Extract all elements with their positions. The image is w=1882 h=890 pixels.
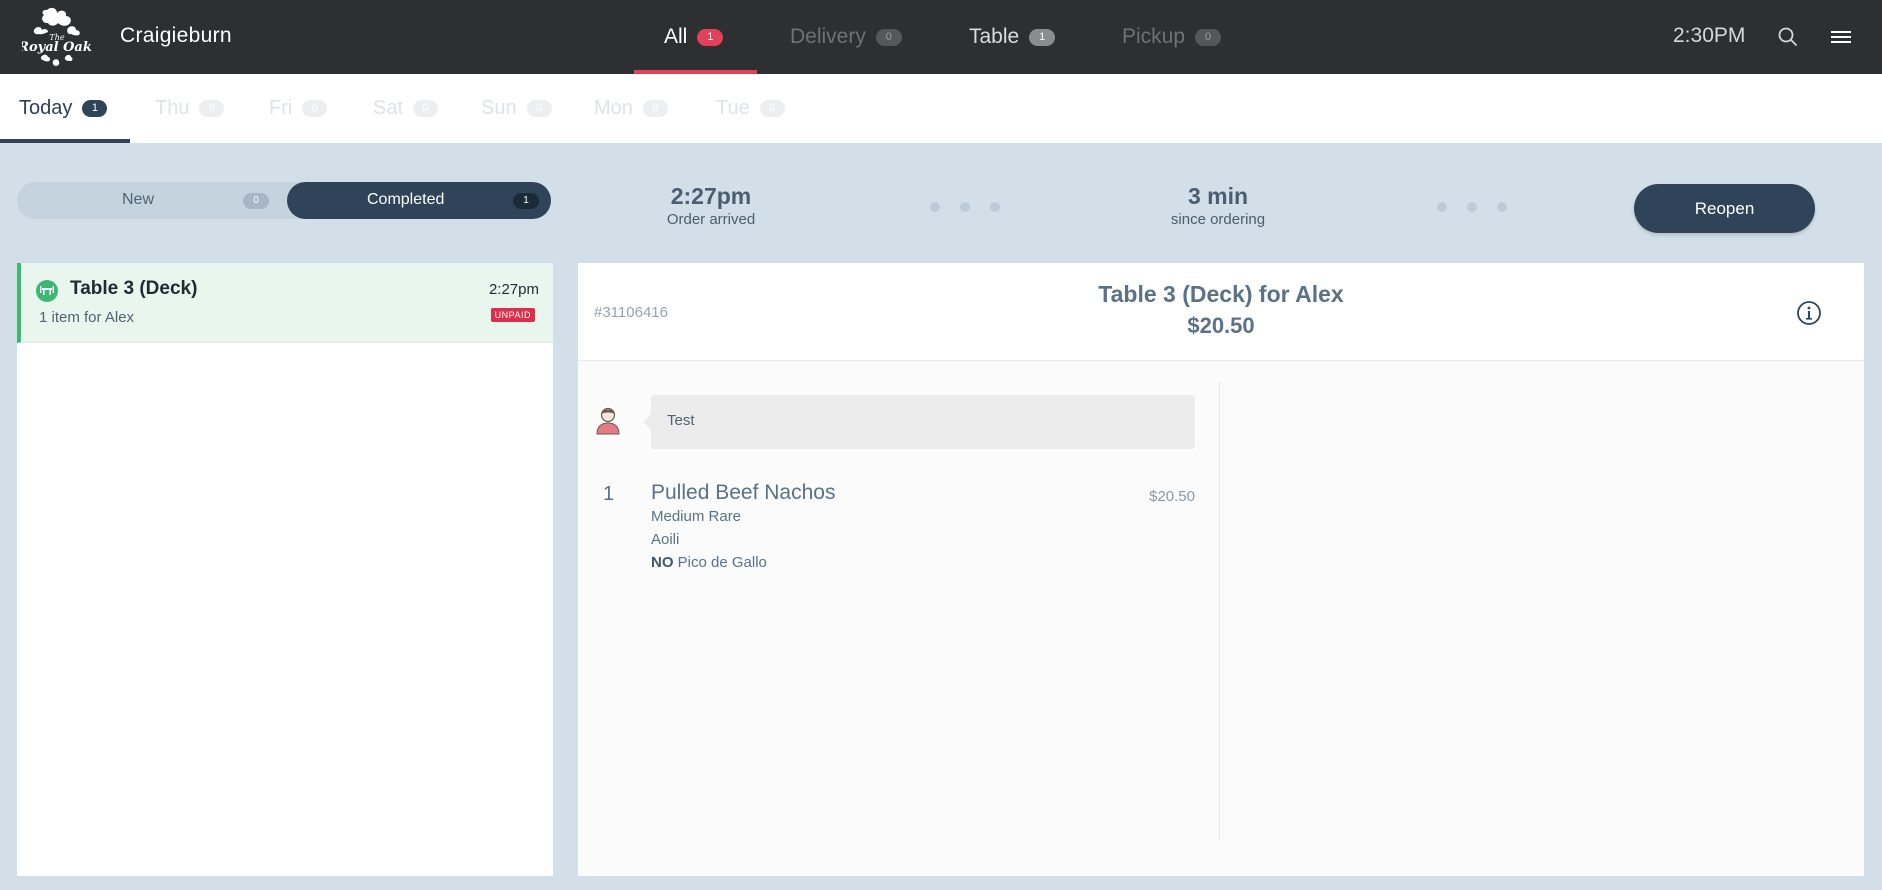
item-modifier: Aoili <box>651 531 679 548</box>
order-detail-title: Table 3 (Deck) for Alex <box>1098 281 1344 307</box>
order-list: Table 3 (Deck) 1 item for Alex 2:27pm UN… <box>17 263 553 876</box>
item-modifier: NO Pico de Gallo <box>651 554 767 571</box>
search-icon[interactable] <box>1777 26 1799 48</box>
day-tab-sat[interactable]: Sat 0 <box>373 74 439 143</box>
day-tab-label: Today <box>19 97 73 119</box>
day-tab-fri[interactable]: Fri 0 <box>269 74 328 143</box>
order-card[interactable]: Table 3 (Deck) 1 item for Alex 2:27pm UN… <box>17 263 553 343</box>
progress-dots <box>1437 202 1507 212</box>
day-tab-label: Thu <box>155 97 190 119</box>
customer-avatar-icon <box>596 405 620 435</box>
royal-oak-logo[interactable]: The Royal Oak <box>17 4 92 70</box>
elapsed-label: since ordering <box>1170 211 1266 228</box>
order-status-toggle: New 0 Completed 1 <box>17 182 551 219</box>
completed-count: 1 <box>513 193 539 209</box>
modifier-text: Pico de Gallo <box>677 554 767 571</box>
new-count: 0 <box>243 193 269 209</box>
day-tab-count: 0 <box>526 100 552 117</box>
order-total: $20.50 <box>1187 313 1255 338</box>
new-orders-toggle[interactable]: New 0 <box>17 182 287 219</box>
info-icon[interactable] <box>1796 300 1822 326</box>
table-service-icon <box>36 280 58 302</box>
modifier-text: Medium Rare <box>651 508 742 525</box>
customer-note: Test <box>643 395 1195 449</box>
day-tab-label: Mon <box>594 97 633 119</box>
modifier-text: Aoili <box>651 531 680 548</box>
progress-dots <box>930 202 1000 212</box>
day-tab-mon[interactable]: Mon 0 <box>594 74 668 143</box>
reopen-button[interactable]: Reopen <box>1634 184 1815 233</box>
tab-delivery-count: 0 <box>875 28 902 46</box>
item-price: $20.50 <box>1149 488 1195 505</box>
order-title: Table 3 (Deck) <box>70 278 198 299</box>
tab-table-count: 1 <box>1029 28 1056 46</box>
tab-delivery[interactable]: Delivery 0 <box>790 0 902 74</box>
tab-table-label: Table <box>969 25 1020 48</box>
day-tab-count: 1 <box>82 100 108 117</box>
tab-table[interactable]: Table 1 <box>969 0 1056 74</box>
day-tab-sun[interactable]: Sun 0 <box>481 74 552 143</box>
day-tab-today[interactable]: Today 1 <box>19 74 108 143</box>
tab-all-label: All <box>664 25 688 48</box>
day-tab-label: Sat <box>373 97 404 119</box>
new-label: New <box>122 191 155 208</box>
day-tab-count: 0 <box>642 100 668 117</box>
tab-pickup-count: 0 <box>1195 28 1222 46</box>
svg-text:Royal Oak: Royal Oak <box>22 40 92 55</box>
tab-all[interactable]: All 1 <box>664 0 724 74</box>
day-tab-tue[interactable]: Tue 0 <box>716 74 785 143</box>
arrived-label: Order arrived <box>666 211 756 228</box>
column-divider <box>1219 381 1220 841</box>
completed-label: Completed <box>367 191 445 208</box>
tab-all-count: 1 <box>697 28 724 46</box>
day-tab-count: 0 <box>199 100 225 117</box>
completed-orders-toggle[interactable]: Completed 1 <box>287 182 551 219</box>
day-tab-count: 0 <box>302 100 328 117</box>
order-time: 2:27pm <box>488 281 539 298</box>
active-day-indicator <box>0 139 130 143</box>
item-modifier: Medium Rare <box>651 508 741 525</box>
day-tab-label: Tue <box>716 97 750 119</box>
current-time: 2:30PM <box>1673 24 1746 47</box>
arrived-time: 2:27pm <box>670 183 752 209</box>
item-name: Pulled Beef Nachos <box>651 481 836 504</box>
day-tab-count: 0 <box>759 100 785 117</box>
day-tab-count: 0 <box>413 100 439 117</box>
elapsed-stat: 3 min since ordering <box>1143 183 1293 228</box>
day-tab-label: Sun <box>481 97 517 119</box>
hamburger-menu-icon[interactable] <box>1830 28 1852 46</box>
store-name[interactable]: Craigieburn <box>120 24 232 48</box>
order-detail: #31106416 Table 3 (Deck) for Alex $20.50… <box>578 263 1864 876</box>
order-detail-header: #31106416 Table 3 (Deck) for Alex $20.50 <box>578 263 1864 361</box>
unpaid-badge: UNPAID <box>490 308 535 322</box>
modifier-prefix: NO <box>651 554 674 571</box>
tab-delivery-label: Delivery <box>790 25 866 48</box>
tab-pickup[interactable]: Pickup 0 <box>1122 0 1222 74</box>
customer-note-text: Test <box>667 412 695 429</box>
item-quantity: 1 <box>603 483 615 505</box>
order-arrived-stat: 2:27pm Order arrived <box>636 183 786 228</box>
day-tab-label: Fri <box>269 97 293 119</box>
order-subtitle: 1 item for Alex <box>39 309 135 326</box>
day-tab-thu[interactable]: Thu 0 <box>155 74 225 143</box>
elapsed-time: 3 min <box>1187 183 1249 209</box>
tab-pickup-label: Pickup <box>1122 25 1186 48</box>
top-bar: The Royal Oak Craigieburn All 1 Delivery… <box>0 0 1882 74</box>
day-tabs: Today 1 Thu 0 Fri 0 Sat 0 Sun 0 Mon 0 Tu… <box>0 74 1882 143</box>
